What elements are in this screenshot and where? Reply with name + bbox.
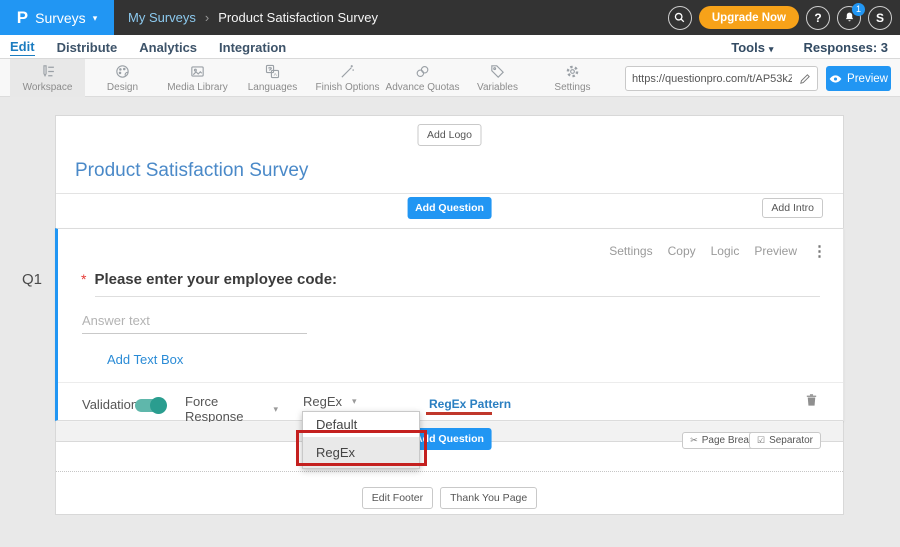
search-icon (673, 11, 686, 24)
image-icon (189, 63, 206, 80)
eye-icon (829, 74, 842, 84)
chevron-down-icon: ▾ (352, 396, 357, 407)
question-text-row: * Please enter your employee code: (81, 271, 337, 288)
question-block: Settings Copy Logic Preview ⋮ * Please e… (55, 228, 844, 421)
upgrade-now-button[interactable]: Upgrade Now (699, 6, 799, 29)
regex-pattern-link[interactable]: RegEx Pattern (429, 397, 511, 411)
footer-buttons: Edit Footer Thank You Page (56, 487, 843, 509)
toolbar-item-finish-options[interactable]: Finish Options (310, 59, 385, 97)
toolbar-item-settings[interactable]: Settings (535, 59, 610, 97)
wand-icon (339, 63, 356, 80)
help-button[interactable]: ? (806, 6, 830, 30)
survey-card: Add Logo Product Satisfaction Survey Add… (55, 115, 844, 515)
links-icon (414, 63, 431, 80)
edit-pencil-icon[interactable] (799, 73, 811, 85)
question-preview-link[interactable]: Preview (754, 244, 797, 258)
translate-icon: A (264, 63, 281, 80)
breadcrumb-current-survey: Product Satisfaction Survey (218, 10, 378, 25)
question-logic-link[interactable]: Logic (711, 244, 740, 258)
required-asterisk: * (81, 271, 86, 287)
workspace-icon (39, 63, 56, 80)
editor-toolbar: Workspace Design Media Library A Languag… (0, 59, 900, 97)
validation-toggle[interactable] (135, 399, 165, 412)
breadcrumb-my-surveys[interactable]: My Surveys (128, 10, 196, 25)
question-text[interactable]: Please enter your employee code: (94, 271, 337, 288)
divider (56, 471, 843, 472)
toolbar-item-design[interactable]: Design (85, 59, 160, 97)
survey-title: Product Satisfaction Survey (75, 160, 308, 182)
validation-label: Validation (82, 397, 138, 412)
tab-distribute[interactable]: Distribute (57, 40, 118, 55)
gear-icon (564, 63, 581, 80)
chevron-down-icon: ▾ (273, 404, 278, 415)
survey-url-input[interactable] (632, 73, 792, 85)
tab-edit[interactable]: Edit (10, 39, 35, 56)
thank-you-page-button[interactable]: Thank You Page (440, 487, 537, 509)
preview-button[interactable]: Preview (826, 66, 891, 91)
checkbox-icon: ☑ (757, 435, 765, 446)
toolbar-item-media-library[interactable]: Media Library (160, 59, 235, 97)
divider (58, 382, 843, 383)
tab-integration[interactable]: Integration (219, 40, 286, 55)
question-number: Q1 (22, 271, 42, 288)
question-settings-link[interactable]: Settings (609, 244, 652, 258)
tools-menu[interactable]: Tools▾ (731, 40, 773, 55)
palette-icon (114, 63, 131, 80)
responses-count[interactable]: Responses: 3 (803, 40, 888, 55)
edit-footer-button[interactable]: Edit Footer (362, 487, 433, 509)
nav-right-group: Tools▾ Responses: 3 (731, 35, 888, 59)
account-avatar[interactable]: S (868, 6, 892, 30)
toolbar-item-workspace[interactable]: Workspace (10, 59, 85, 97)
kebab-menu-icon[interactable]: ⋮ (812, 242, 827, 260)
separator-button[interactable]: ☑ Separator (749, 432, 821, 449)
search-button[interactable] (668, 6, 692, 30)
topbar-actions: Upgrade Now ? 1 S (668, 0, 892, 35)
add-question-button-top[interactable]: Add Question (407, 197, 492, 219)
trash-icon[interactable] (804, 392, 819, 408)
survey-url-box (625, 66, 818, 91)
chevron-down-icon: ▾ (93, 11, 98, 24)
toolbar-item-languages[interactable]: A Languages (235, 59, 310, 97)
toolbar-items: Workspace Design Media Library A Languag… (10, 59, 610, 97)
notifications-button[interactable]: 1 (837, 6, 861, 30)
nav-tabs: Edit Distribute Analytics Integration (10, 35, 286, 59)
questionpro-survey-editor: P Surveys ▾ My Surveys › Product Satisfa… (0, 0, 900, 547)
question-mark-icon: ? (814, 11, 821, 25)
divider (56, 193, 843, 194)
notification-badge: 1 (852, 3, 865, 16)
answer-text-input[interactable] (82, 313, 307, 334)
scissors-icon: ✂ (690, 435, 698, 446)
chevron-down-icon: ▾ (769, 44, 774, 54)
questionpro-logo-icon: P (17, 8, 28, 28)
annotation-red-underline (426, 412, 492, 415)
product-switcher-label: Surveys (35, 10, 86, 26)
tab-analytics[interactable]: Analytics (139, 40, 197, 55)
top-header: P Surveys ▾ My Surveys › Product Satisfa… (0, 0, 900, 35)
avatar-initial: S (876, 11, 884, 25)
question-actions: Settings Copy Logic Preview ⋮ (609, 242, 827, 260)
toolbar-item-advance-quotas[interactable]: Advance Quotas (385, 59, 460, 97)
toolbar-item-variables[interactable]: Variables (460, 59, 535, 97)
product-switcher[interactable]: P Surveys ▾ (0, 0, 114, 35)
question-copy-link[interactable]: Copy (668, 244, 696, 258)
add-text-box-link[interactable]: Add Text Box (107, 352, 183, 367)
tag-icon (489, 63, 506, 80)
annotation-red-box (296, 430, 427, 466)
breadcrumb-separator-icon: › (205, 10, 209, 25)
add-intro-button[interactable]: Add Intro (762, 198, 823, 218)
toggle-knob (150, 397, 167, 414)
breadcrumb: My Surveys › Product Satisfaction Survey (128, 0, 378, 35)
divider (95, 296, 820, 297)
survey-nav-bar: Edit Distribute Analytics Integration To… (0, 35, 900, 59)
add-logo-button[interactable]: Add Logo (417, 124, 482, 146)
